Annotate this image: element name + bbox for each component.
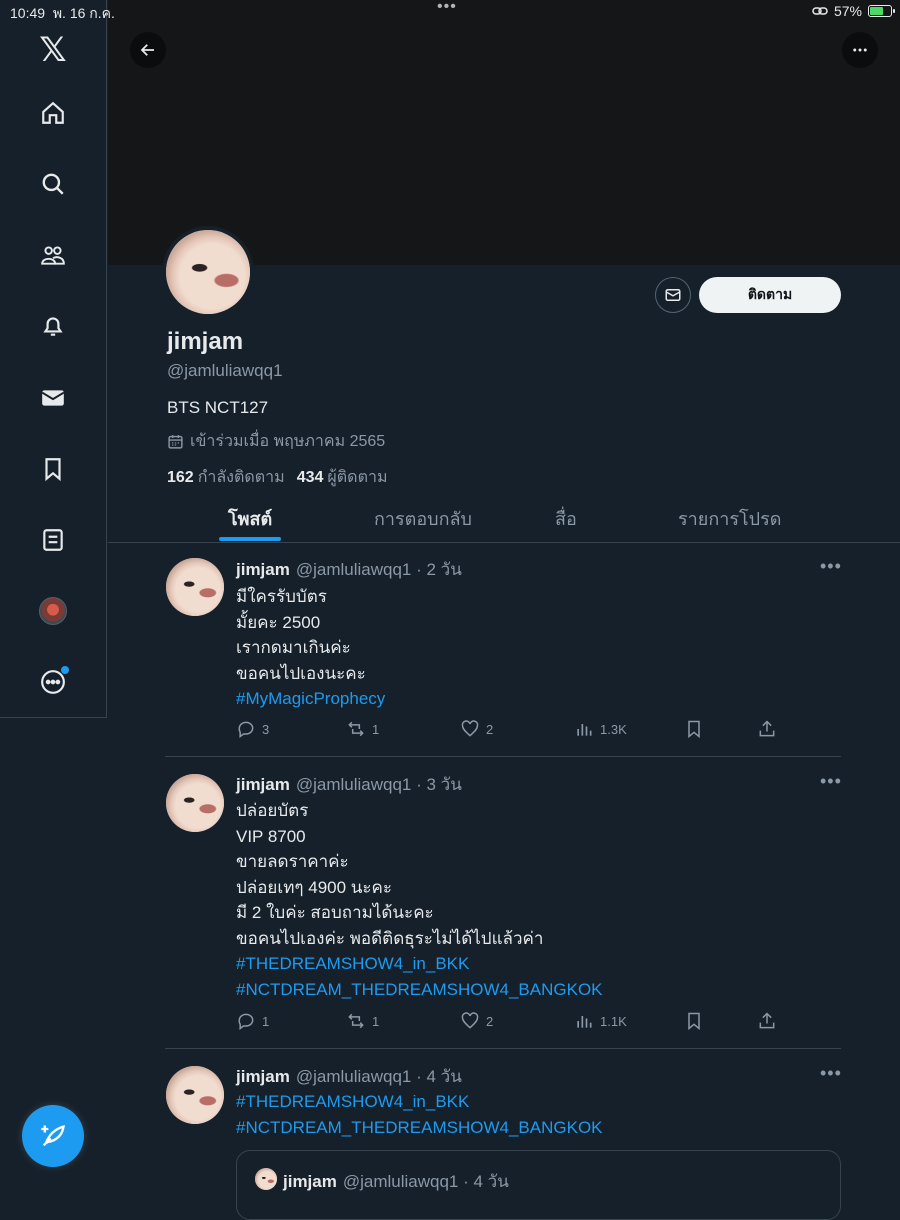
more-icon[interactable] [33, 662, 73, 702]
joined-text: เข้าร่วมเมื่อ พฤษภาคม 2565 [190, 433, 386, 450]
multitask-dots[interactable]: ••• [437, 0, 457, 16]
profile-bio: BTS NCT127 [167, 398, 269, 417]
tweet-text: ปล่อยบัตร VIP 8700 ขายลดราคาค่ะ ปล่อยเทๆ… [236, 798, 603, 1002]
home-icon[interactable] [33, 93, 73, 133]
views-icon [577, 1016, 592, 1028]
tweet-avatar[interactable] [166, 774, 224, 832]
bookmark-button[interactable] [684, 719, 704, 739]
messages-icon[interactable] [33, 378, 73, 418]
hashtag-link[interactable]: #NCTDREAM_THEDREAMSHOW4_BANGKOK [236, 977, 603, 1003]
repost-icon [348, 1013, 364, 1029]
tweet-header: jimjam @jamluliawqq1 · 3 วัน [236, 775, 462, 794]
followers-link[interactable]: 434 ผู้ติดตาม [297, 465, 388, 490]
back-button[interactable] [130, 32, 166, 68]
notifications-icon[interactable] [33, 306, 73, 346]
reply-button[interactable]: 3 [236, 719, 269, 739]
profile-display-name: jimjam [167, 328, 244, 355]
more-horizontal-icon [853, 48, 867, 52]
like-button[interactable]: 2 [460, 1011, 493, 1031]
share-icon [759, 1012, 775, 1029]
repost-icon [348, 721, 364, 737]
heart-icon [461, 1012, 479, 1029]
status-bar: 10:49 พ. 16 ก.ค. ••• 57% [0, 0, 900, 24]
tweet-divider [165, 1048, 841, 1049]
views-button[interactable]: 1.1K [574, 1011, 627, 1031]
tweet-more-icon[interactable]: ••• [820, 556, 842, 577]
search-icon[interactable] [33, 164, 73, 204]
tab-posts[interactable]: โพสต์ [228, 504, 272, 533]
notification-dot [61, 666, 69, 674]
tab-likes[interactable]: รายการโปรด [678, 504, 781, 533]
tweet-actions: 3 1 2 1.3K [236, 719, 796, 743]
calendar-icon [168, 435, 183, 449]
bookmark-icon [688, 720, 700, 739]
profile-nav-avatar[interactable] [33, 591, 73, 631]
profile-avatar[interactable] [162, 226, 254, 318]
tweet-text: มีใครรับบัตร มั้ยคะ 2500 เรากดมาเกินค่ะ … [236, 584, 385, 712]
repost-button[interactable]: 1 [346, 719, 379, 739]
profile-tabs: โพสต์ การตอบกลับ สื่อ รายการโปรด [108, 492, 900, 543]
message-button[interactable] [655, 277, 691, 313]
tweet-more-icon[interactable]: ••• [820, 771, 842, 792]
profile-banner [108, 0, 900, 265]
active-tab-indicator [219, 537, 281, 541]
share-button[interactable] [757, 719, 777, 739]
bookmarks-icon[interactable] [33, 449, 73, 489]
reply-button[interactable]: 1 [236, 1011, 269, 1031]
reply-icon [238, 721, 254, 738]
profile-handle: @jamluliawqq1 [167, 361, 283, 380]
profile-joined: เข้าร่วมเมื่อ พฤษภาคม 2565 [167, 429, 385, 454]
hashtag-link[interactable]: #NCTDREAM_THEDREAMSHOW4_BANGKOK [236, 1115, 603, 1141]
follow-counts: 162 กำลังติดตาม 434 ผู้ติดตาม [167, 465, 387, 490]
tab-media[interactable]: สื่อ [555, 504, 577, 533]
compose-button[interactable] [22, 1105, 84, 1167]
bookmark-icon [688, 1012, 700, 1031]
compose-feather-icon [41, 1125, 65, 1147]
quoted-tweet[interactable]: jimjam @jamluliawqq1 · 4 วัน [236, 1150, 841, 1220]
tweet-header: jimjam @jamluliawqq1 · 4 วัน [236, 1067, 462, 1086]
quoted-tweet-header: jimjam @jamluliawqq1 · 4 วัน [283, 1172, 509, 1191]
share-icon [759, 720, 775, 737]
tab-replies[interactable]: การตอบกลับ [374, 504, 472, 533]
heart-icon [461, 720, 479, 737]
tweet-more-icon[interactable]: ••• [820, 1063, 842, 1084]
tweet-header: jimjam @jamluliawqq1 · 2 วัน [236, 560, 462, 579]
hashtag-link[interactable]: #THEDREAMSHOW4_in_BKK [236, 951, 603, 977]
tweet-avatar[interactable] [166, 1066, 224, 1124]
hashtag-link[interactable]: #MyMagicProphecy [236, 686, 385, 712]
status-time: 10:49 พ. 16 ก.ค. [10, 5, 115, 21]
repost-button[interactable]: 1 [346, 1011, 379, 1031]
hashtag-link[interactable]: #THEDREAMSHOW4_in_BKK [236, 1089, 603, 1115]
tweet-avatar[interactable] [166, 558, 224, 616]
arrow-left-icon [140, 44, 154, 56]
x-logo-icon[interactable]: 𝕏 [33, 30, 73, 70]
mail-icon [665, 289, 681, 301]
share-button[interactable] [757, 1011, 777, 1031]
battery-percent: 57% [833, 3, 862, 19]
battery-icon [868, 5, 895, 17]
sidebar: 𝕏 [0, 0, 107, 718]
tweet-text: #THEDREAMSHOW4_in_BKK #NCTDREAM_THEDREAM… [236, 1089, 603, 1140]
follow-button[interactable]: ติดตาม [699, 277, 841, 313]
bookmark-button[interactable] [684, 1011, 704, 1031]
communities-icon[interactable] [33, 235, 73, 275]
lists-icon[interactable] [33, 520, 73, 560]
profile-more-button[interactable] [842, 32, 878, 68]
like-button[interactable]: 2 [460, 719, 493, 739]
link-icon [812, 7, 828, 15]
following-link[interactable]: 162 กำลังติดตาม [167, 465, 285, 490]
views-button[interactable]: 1.3K [574, 719, 627, 739]
reply-icon [238, 1013, 254, 1030]
quoted-tweet-avatar [255, 1168, 277, 1190]
tweet-actions: 1 1 2 1.1K [236, 1011, 796, 1035]
views-icon [577, 724, 592, 736]
tweet-divider [165, 756, 841, 757]
